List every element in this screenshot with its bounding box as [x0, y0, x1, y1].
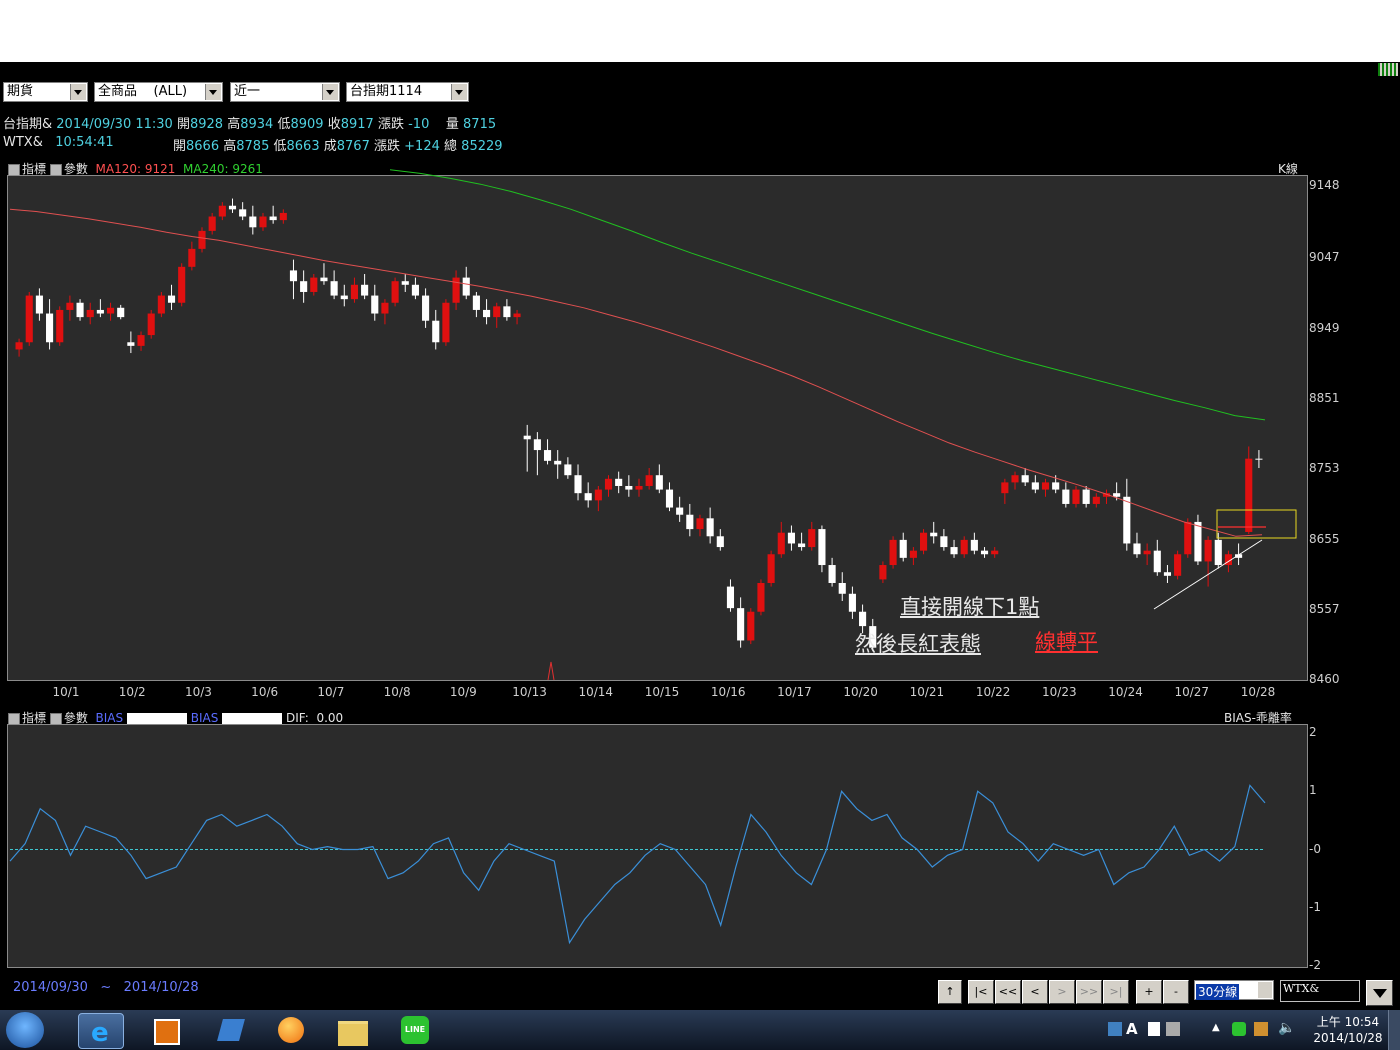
prev-page-button[interactable]: << [995, 980, 1021, 1004]
bias-y-tick-label: -1 [1309, 899, 1321, 914]
clock-time: 上午 10:54 [1316, 1015, 1380, 1029]
line-icon[interactable]: LINE [392, 1013, 436, 1047]
range-start: 2014/09/30 [13, 980, 88, 995]
bias-y-tick-label: -2 [1309, 958, 1321, 972]
tray-pen-icon[interactable] [1166, 1022, 1180, 1036]
next-button[interactable]: > [1049, 980, 1075, 1004]
app-icon[interactable] [208, 1013, 252, 1047]
ie-icon[interactable]: e [78, 1013, 124, 1049]
prev-button[interactable]: < [1022, 980, 1048, 1004]
bias-y-tick-label: -0 [1309, 841, 1321, 856]
date-range: 2014/09/30 ~ 2014/10/28 [13, 980, 199, 995]
tray-line-icon[interactable] [1232, 1022, 1246, 1036]
tray-network-icon[interactable] [1254, 1022, 1268, 1036]
symbol-input-value: WTX& [1283, 982, 1320, 995]
show-desktop-button[interactable] [1388, 1010, 1400, 1050]
period-select[interactable]: 30分線 [1194, 980, 1274, 1000]
tray-icons[interactable]: A ▲ 🔈 [1108, 1020, 1303, 1040]
volume-icon[interactable]: 🔈 [1278, 1020, 1295, 1036]
bias-y-tick-label: 2 [1309, 725, 1317, 739]
first-button[interactable]: |< [968, 980, 994, 1004]
folder-icon[interactable] [330, 1013, 374, 1047]
bias-line [9, 784, 1266, 945]
tray-window-icon[interactable] [1148, 1022, 1160, 1036]
clock-date: 2014/10/28 [1313, 1031, 1383, 1045]
range-separator: ~ [100, 980, 112, 995]
chat-app-icon[interactable] [268, 1013, 312, 1047]
range-end: 2014/10/28 [123, 980, 199, 995]
last-button[interactable]: >| [1103, 980, 1129, 1004]
media-player-icon[interactable] [143, 1013, 187, 1047]
tray-app-icon[interactable] [1108, 1022, 1122, 1036]
next-page-button[interactable]: >> [1076, 980, 1102, 1004]
chevron-down-icon[interactable] [1258, 982, 1272, 998]
ime-icon[interactable]: A [1126, 1020, 1138, 1038]
tray-expand-icon[interactable]: ▲ [1212, 1022, 1220, 1033]
bias-y-tick-label: 1 [1309, 783, 1317, 798]
zoom-in-button[interactable]: + [1136, 980, 1162, 1004]
clock[interactable]: 上午 10:54 2014/10/28 [1308, 1014, 1388, 1046]
triangle-down-icon [1372, 989, 1387, 998]
zoom-out-button[interactable]: - [1163, 980, 1189, 1004]
scroll-up-button[interactable]: ↑ [938, 980, 962, 1004]
dropdown-button[interactable] [1366, 980, 1393, 1006]
symbol-input[interactable]: WTX& [1280, 980, 1360, 1002]
start-button[interactable] [6, 1012, 44, 1048]
bias-chart[interactable] [0, 0, 1400, 1000]
period-value: 30分線 [1196, 984, 1240, 1000]
